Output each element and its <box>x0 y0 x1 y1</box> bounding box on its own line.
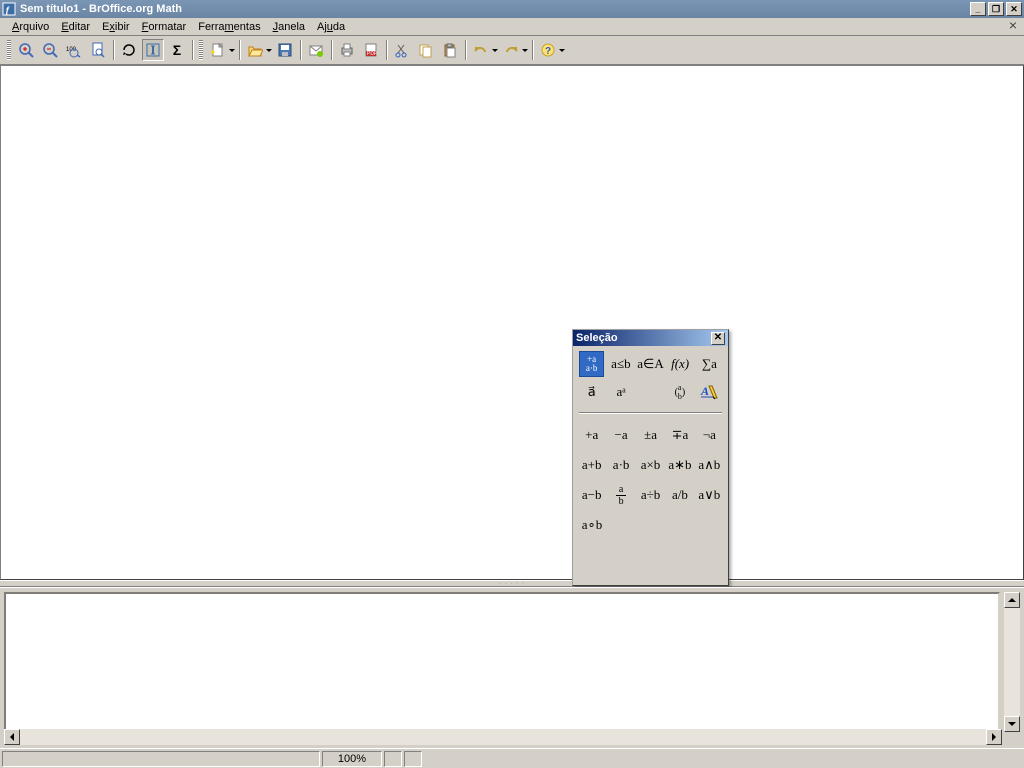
zoom-in-button[interactable] <box>15 39 37 61</box>
scroll-down-button[interactable] <box>1004 716 1020 732</box>
op-a-minus-b[interactable]: a−b <box>579 482 604 508</box>
cat-functions[interactable]: f(x) <box>668 351 693 377</box>
save-button[interactable] <box>274 39 296 61</box>
export-pdf-button[interactable]: PDF <box>360 39 382 61</box>
op-plus-a[interactable]: +a <box>579 422 604 448</box>
close-button[interactable]: ✕ <box>1006 2 1022 16</box>
op-minus-a[interactable]: −a <box>608 422 633 448</box>
menu-tools[interactable]: Ferramentas <box>192 20 266 34</box>
symbols-button[interactable]: Σ <box>166 39 188 61</box>
cat-attributes-bar[interactable]: aᵃ <box>608 379 633 405</box>
vertical-scrollbar[interactable] <box>1004 592 1020 732</box>
print-button[interactable] <box>336 39 358 61</box>
op-a-div-b[interactable]: a÷b <box>638 482 663 508</box>
horizontal-scrollbar[interactable] <box>4 729 1002 745</box>
status-message <box>2 751 320 767</box>
op-neg-a[interactable]: ¬a <box>697 422 722 448</box>
undo-dropdown[interactable] <box>491 39 499 61</box>
status-indicator-2 <box>404 751 422 767</box>
svg-text:PDF: PDF <box>367 51 377 57</box>
title-bar: ƒ Sem título1 - BrOffice.org Math _ ❐ ✕ <box>0 0 1024 18</box>
cat-empty <box>638 379 663 405</box>
command-input[interactable] <box>4 592 1000 732</box>
scroll-right-button[interactable] <box>986 729 1002 745</box>
palette-close-button[interactable]: ✕ <box>711 332 725 345</box>
op-minusplus-a[interactable]: ∓a <box>667 422 692 448</box>
op-a-and-b[interactable]: a∧b <box>697 452 722 478</box>
menu-file[interactable]: Arquivo <box>6 20 55 34</box>
op-a-circ-b[interactable]: a∘b <box>579 512 605 538</box>
scroll-up-button[interactable] <box>1004 592 1020 608</box>
menu-format[interactable]: Formatar <box>136 20 193 34</box>
mail-button[interactable] <box>305 39 327 61</box>
cat-set-ops[interactable]: a∈A <box>638 351 664 377</box>
open-dropdown[interactable] <box>265 39 273 61</box>
op-a-dot-b[interactable]: a·b <box>608 452 633 478</box>
op-a-or-b[interactable]: a∨b <box>697 482 722 508</box>
document-close-icon[interactable]: × <box>1006 19 1020 33</box>
status-zoom[interactable]: 100% <box>322 751 382 767</box>
help-dropdown[interactable] <box>558 39 566 61</box>
command-panel <box>0 587 1024 751</box>
selection-palette: Seleção ✕ +aa·b a≤b a∈A f(x) ∑a a⃗ aᵃ (a… <box>572 329 729 586</box>
op-a-over-b[interactable]: ab <box>608 482 633 508</box>
paste-button[interactable] <box>439 39 461 61</box>
menu-view[interactable]: Exibir <box>96 20 136 34</box>
redo-button[interactable] <box>500 39 522 61</box>
undo-button[interactable] <box>470 39 492 61</box>
op-a-times-b[interactable]: a×b <box>638 452 663 478</box>
minimize-button[interactable]: _ <box>970 2 986 16</box>
copy-button[interactable] <box>415 39 437 61</box>
cut-button[interactable] <box>391 39 413 61</box>
cat-attributes-vec[interactable]: a⃗ <box>579 379 604 405</box>
redo-dropdown[interactable] <box>521 39 529 61</box>
op-a-plus-b[interactable]: a+b <box>579 452 604 478</box>
zoom-page-button[interactable] <box>87 39 109 61</box>
zoom-100-button[interactable]: 100 <box>63 39 85 61</box>
toolbar-handle[interactable] <box>7 40 11 60</box>
open-button[interactable] <box>244 39 266 61</box>
cat-brackets[interactable]: (ab) <box>667 379 692 405</box>
cat-formats[interactable]: A <box>697 379 722 405</box>
formula-view[interactable]: Seleção ✕ +aa·b a≤b a∈A f(x) ∑a a⃗ aᵃ (a… <box>0 65 1024 580</box>
splitter-handle[interactable]: · · · · · <box>0 580 1024 587</box>
app-icon: ƒ <box>2 2 16 16</box>
zoom-out-button[interactable] <box>39 39 61 61</box>
toolbar-handle-2[interactable] <box>199 40 203 60</box>
refresh-button[interactable] <box>118 39 140 61</box>
help-button[interactable]: ? <box>537 39 559 61</box>
new-button[interactable] <box>207 39 229 61</box>
menu-bar: Arquivo Editar Exibir Formatar Ferrament… <box>0 18 1024 36</box>
palette-titlebar[interactable]: Seleção ✕ <box>573 330 728 346</box>
svg-text:ƒ: ƒ <box>5 5 10 15</box>
cat-unary-binary[interactable]: +aa·b <box>579 351 604 377</box>
op-a-slash-b[interactable]: a/b <box>667 482 692 508</box>
cat-operators[interactable]: ∑a <box>697 351 722 377</box>
status-bar: 100% <box>0 748 1024 768</box>
menu-edit[interactable]: Editar <box>55 20 96 34</box>
op-a-star-b[interactable]: a∗b <box>667 452 692 478</box>
toolbar: 100 Σ PDF ? <box>0 36 1024 65</box>
menu-window[interactable]: Janela <box>267 20 311 34</box>
restore-button[interactable]: ❐ <box>988 2 1004 16</box>
new-dropdown[interactable] <box>228 39 236 61</box>
palette-separator <box>579 412 722 414</box>
svg-text:A: A <box>700 384 709 398</box>
formula-cursor-button[interactable] <box>142 39 164 61</box>
cat-relations[interactable]: a≤b <box>608 351 633 377</box>
palette-title-text: Seleção <box>576 332 711 344</box>
status-indicator-1 <box>384 751 402 767</box>
window-title: Sem título1 - BrOffice.org Math <box>20 3 970 15</box>
scroll-left-button[interactable] <box>4 729 20 745</box>
menu-help[interactable]: Ajuda <box>311 20 351 34</box>
svg-text:?: ? <box>545 46 551 57</box>
op-plusminus-a[interactable]: ±a <box>638 422 663 448</box>
